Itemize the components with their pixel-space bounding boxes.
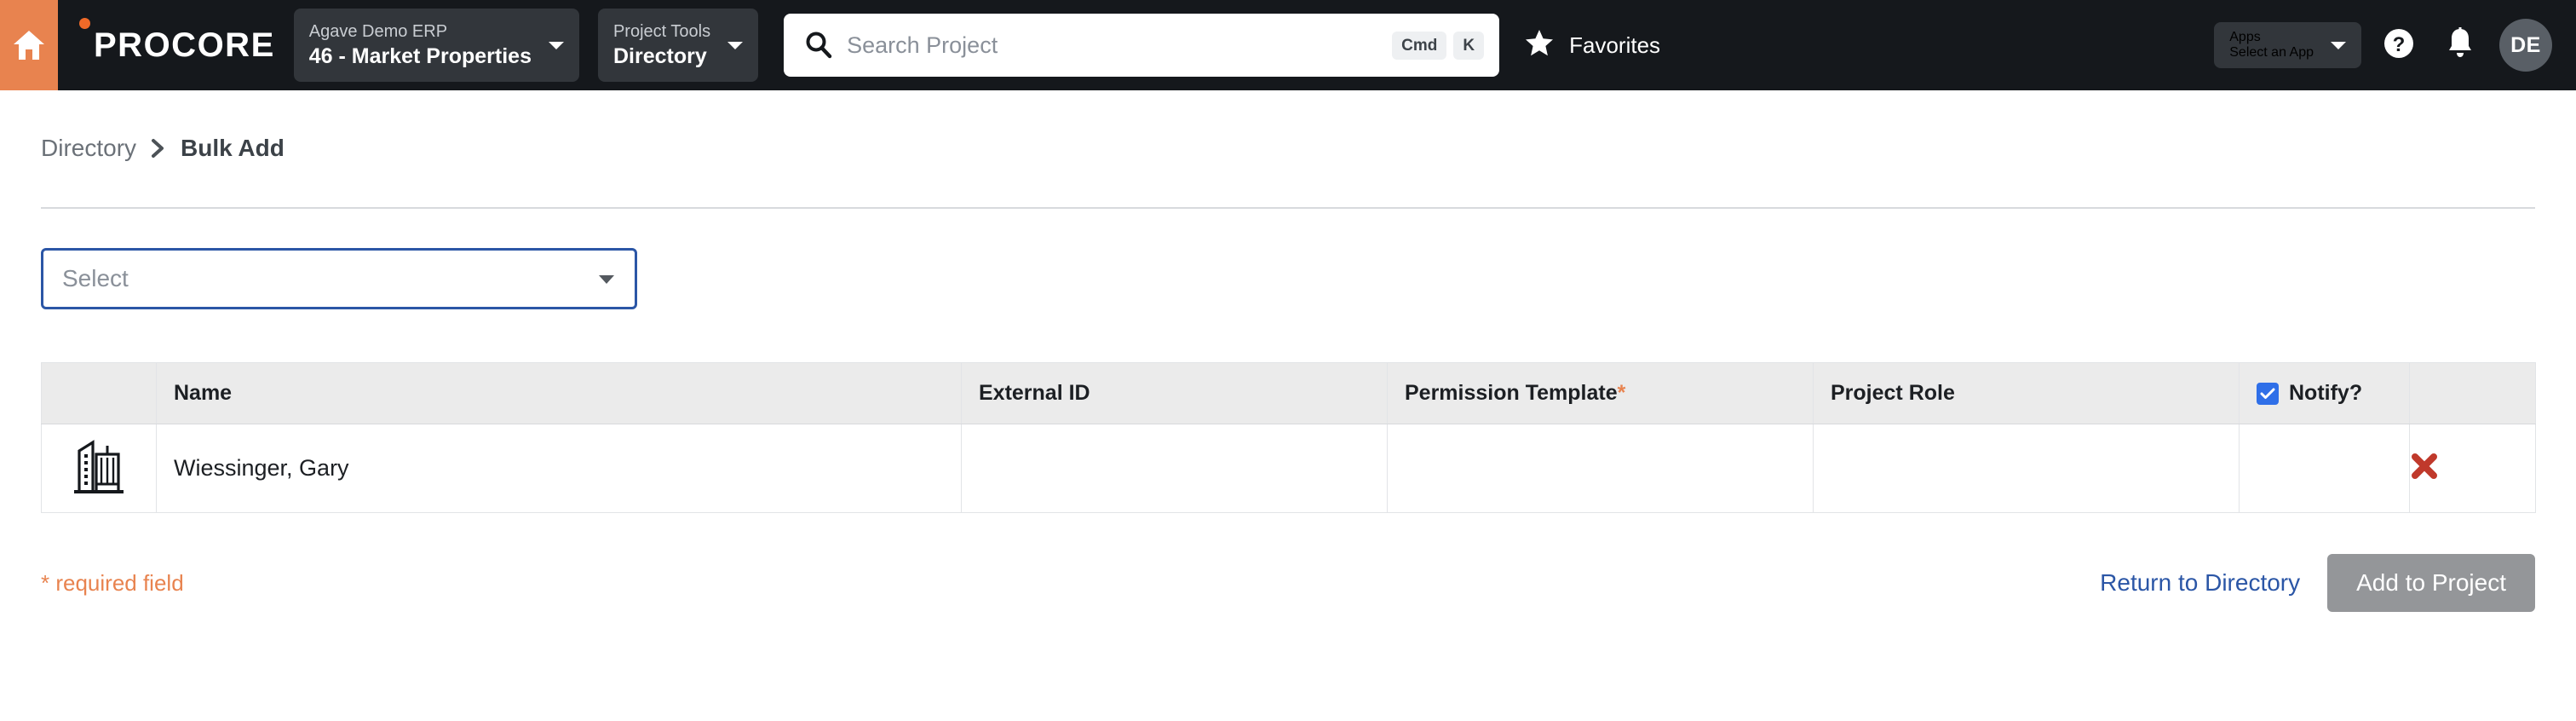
page-body: Directory Bulk Add Select Name External …: [0, 90, 2576, 612]
apps-selector[interactable]: Apps Select an App: [2214, 22, 2361, 68]
search-icon: [804, 31, 833, 60]
th-permission-template: Permission Template*: [1387, 362, 1814, 424]
search-placeholder: Search Project: [847, 32, 998, 58]
vendor-select[interactable]: Select: [41, 248, 637, 309]
shortcut-k-badge: K: [1453, 31, 1485, 60]
row-permission-template[interactable]: [1387, 424, 1814, 513]
chevron-right-icon: [150, 138, 167, 159]
notify-all-checkbox[interactable]: [2257, 382, 2279, 405]
return-to-directory-link[interactable]: Return to Directory: [2100, 569, 2300, 597]
svg-text:?: ?: [2393, 33, 2406, 56]
breadcrumb: Directory Bulk Add: [41, 90, 2535, 162]
nav-right-cluster: Apps Select an App ? DE: [2214, 0, 2552, 90]
building-icon: [71, 437, 127, 499]
chevron-down-icon: [548, 42, 564, 49]
row-name: Wiessinger, Gary: [156, 424, 962, 513]
th-external-id: External ID: [961, 362, 1388, 424]
procore-logo[interactable]: PROCORE: [58, 0, 275, 90]
th-delete: [2409, 362, 2536, 424]
th-permission-template-label: Permission Template: [1405, 381, 1618, 405]
row-entity-icon-cell: [41, 424, 157, 513]
bell-icon: [2445, 26, 2475, 64]
row-external-id[interactable]: [961, 424, 1388, 513]
home-button[interactable]: [0, 0, 58, 90]
project-tools-value: Directory: [612, 44, 707, 68]
th-name: Name: [156, 362, 962, 424]
red-x-icon[interactable]: [2410, 452, 2439, 481]
th-notify-label: Notify?: [2289, 381, 2363, 405]
breadcrumb-link-directory[interactable]: Directory: [41, 135, 136, 162]
footer-actions: Return to Directory Add to Project: [2100, 554, 2535, 612]
home-icon: [12, 29, 46, 61]
company-name-label: Agave Demo ERP: [308, 22, 448, 41]
procore-wordmark: PROCORE: [94, 26, 275, 64]
top-navigation-bar: PROCORE Agave Demo ERP 46 - Market Prope…: [0, 0, 2576, 90]
favorites-label: Favorites: [1569, 32, 1661, 58]
row-notify[interactable]: [2239, 424, 2410, 513]
table-header-row: Name External ID Permission Template* Pr…: [41, 362, 2536, 424]
question-circle-icon: ?: [2382, 26, 2416, 65]
chevron-down-icon: [727, 42, 744, 49]
th-icon: [41, 362, 157, 424]
row-delete-cell: [2409, 424, 2536, 513]
table-row: Wiessinger, Gary: [41, 424, 2536, 513]
th-project-role: Project Role: [1813, 362, 2240, 424]
bulk-add-table: Name External ID Permission Template* Pr…: [41, 362, 2536, 513]
form-footer: * required field Return to Directory Add…: [41, 554, 2535, 612]
project-tools-label: Project Tools: [612, 22, 711, 41]
shortcut-cmd-badge: Cmd: [1392, 31, 1447, 60]
project-tools-selector[interactable]: Project Tools Directory: [597, 9, 759, 82]
company-project-selector[interactable]: Agave Demo ERP 46 - Market Properties: [293, 9, 579, 82]
logo-dot-icon: [79, 18, 90, 29]
favorites-button[interactable]: Favorites: [1525, 0, 1660, 90]
apps-label: Apps: [2229, 30, 2261, 44]
filter-row: Select: [41, 209, 2535, 309]
search-container: Search Project Cmd K: [784, 0, 1500, 90]
help-button[interactable]: ?: [2375, 21, 2423, 69]
row-project-role[interactable]: [1813, 424, 2240, 513]
apps-value: Select an App: [2229, 45, 2314, 60]
add-to-project-button[interactable]: Add to Project: [2327, 554, 2535, 612]
search-input[interactable]: Search Project Cmd K: [784, 14, 1500, 77]
user-avatar[interactable]: DE: [2499, 19, 2552, 72]
required-field-note: * required field: [41, 569, 184, 596]
breadcrumb-current-bulk-add: Bulk Add: [181, 135, 285, 161]
chevron-down-icon: [599, 275, 614, 284]
star-icon: [1525, 29, 1554, 61]
notifications-button[interactable]: [2436, 21, 2484, 69]
project-name-value: 46 - Market Properties: [308, 44, 532, 68]
th-notify: Notify?: [2239, 362, 2410, 424]
required-asterisk: *: [1617, 381, 1626, 405]
vendor-select-placeholder: Select: [62, 265, 129, 291]
chevron-down-icon: [2331, 42, 2346, 49]
